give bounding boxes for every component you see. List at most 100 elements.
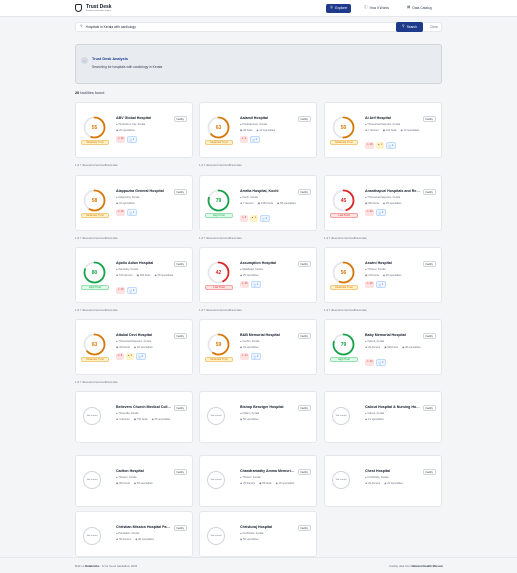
nav-data-catalog[interactable]: ▤ Data Catalog	[403, 4, 436, 13]
facility-card[interactable]: 63 Moderate Trust Attukal Devi Hospital Fac…	[75, 319, 193, 375]
flag-chip[interactable]: ▲ 1	[249, 215, 258, 223]
facility-card[interactable]: 45 Low Trust Ananthapuri Hospitals and Res…	[324, 175, 442, 231]
flag-chip[interactable]: ⚠ 14	[240, 353, 250, 361]
stat-text: 80 beds	[262, 482, 272, 485]
facility-stats: ♟ 4 doctors ▣ 750 beds ◉ 55 specialties	[116, 418, 190, 421]
flag-count: 2	[382, 360, 384, 364]
flag-chip[interactable]: ⓘ 2	[376, 359, 386, 367]
facility-stats: ◉ 43 specialties	[240, 346, 314, 349]
facility-stats: ◉ 42 specialties	[116, 202, 190, 205]
flag-chip[interactable]: ▲ 1	[376, 142, 384, 150]
nav-how-it-works[interactable]: ⓘ How it Works	[360, 4, 393, 13]
flag-chip[interactable]: ⚠ 16	[365, 142, 375, 150]
facility-stats: ▣ 500 beds ◉ 50 specialties	[116, 482, 190, 485]
facility-card[interactable]: Not scored Chandramathy Amma Memorial Hos…	[199, 455, 317, 507]
results-number: 20	[75, 91, 80, 95]
flag-chip[interactable]: ⓘ 1	[127, 209, 137, 217]
location-text: Kochi, Kerala	[242, 196, 258, 199]
flag-chip[interactable]: ⚠ 4	[240, 136, 248, 144]
flag-chip[interactable]: ⓘ 1	[127, 136, 137, 144]
location-text: Kozhikode, Kerala	[367, 476, 389, 479]
flag-chip[interactable]: ⓘ 2	[376, 209, 386, 217]
flag-chip[interactable]: ⓘ 2	[259, 215, 270, 223]
flag-chip[interactable]: ⓘ 1	[376, 281, 386, 289]
trust-badge: Moderate Trust	[205, 140, 233, 145]
flag-chip[interactable]: ⓘ 1	[249, 136, 260, 144]
facility-card[interactable]: Not scored Calicut Hospital & Nursing Hom…	[324, 391, 442, 443]
stat-item: ▣ 100 beds	[383, 129, 397, 132]
stat-text: 10 specialties	[259, 129, 276, 132]
flag-chip[interactable]: ⓘ 2	[135, 353, 146, 361]
flag-chip[interactable]: ⓘ 1	[385, 142, 396, 150]
facility-location: ● Kozhikode, Kerala	[240, 532, 263, 535]
facility-card[interactable]: 79 High Trust Baby Memorial Hospital Facili…	[324, 319, 442, 375]
info-icon: ⓘ	[252, 138, 255, 142]
facility-card[interactable]: Not scored Christian Mission Hospital Pan…	[75, 511, 193, 557]
footer-hackathon: · AI for Good Hackathon 2026	[100, 564, 138, 568]
facility-card[interactable]: 50 Moderate Trust Al Arif Hospital Facility…	[324, 102, 442, 158]
flag-chip[interactable]: ⚠ 20	[365, 209, 375, 217]
facility-type-badge: Facility	[173, 116, 187, 122]
stat-text: 7 doctors	[243, 202, 254, 205]
stat-item: ◉ 10 specialties	[256, 129, 275, 132]
clear-button[interactable]: Clear	[430, 25, 438, 29]
facility-card[interactable]: 56 Moderate Trust Aswini Hospital Facility ●…	[324, 247, 442, 303]
facility-name: B&B Memorial Hospital	[240, 333, 280, 337]
flag-chip[interactable]: ⓘ 2	[251, 353, 261, 361]
facility-type-badge: Facility	[422, 405, 436, 411]
doctor-icon: ♟	[240, 202, 243, 205]
flag-chip[interactable]: ⓘ 1	[251, 281, 261, 289]
flag-count: 2	[130, 353, 132, 357]
alert-icon: ⚠	[117, 287, 120, 291]
flag-chip[interactable]: ⚠ 10	[116, 287, 126, 295]
facility-card[interactable]: Not scored Bishop Benziger Hospital Facili…	[199, 391, 317, 443]
stat-item: ◉ 22 specialties	[384, 482, 403, 485]
flag-chip[interactable]: ⚠ 10	[365, 359, 375, 367]
facility-card[interactable]: 59 Moderate Trust B&B Memorial Hospital Fac…	[199, 319, 317, 375]
flag-chip[interactable]: ⓘ 2	[127, 287, 137, 295]
facility-card[interactable]: Not scored Christuraj Hospital Facility ● K…	[199, 511, 317, 557]
facility-stats: ♟ 20 doctors ▣ 500 beds ◉ 40 specialties	[365, 346, 439, 349]
compass-icon: ◎	[330, 5, 334, 10]
facility-card[interactable]: 58 Moderate Trust Alappuzha General Hospit…	[75, 175, 193, 231]
flag-count: 2	[265, 216, 267, 220]
stat-item: ▣ 80 beds	[259, 482, 271, 485]
facility-stats: ◉ 50 specialties	[240, 418, 314, 421]
search-button[interactable]: ⚲ Search	[396, 22, 423, 32]
facility-name: Aswini Hospital	[365, 261, 392, 265]
flag-chip[interactable]: ⚠ 6	[240, 215, 248, 223]
flag-chip[interactable]: ⚠ 16	[365, 281, 375, 289]
info-icon: ⓘ	[378, 361, 381, 365]
facility-card[interactable]: Not scored Carlton Hospital Facility ● Thri…	[75, 455, 193, 507]
stat-text: 20 specialties	[136, 346, 153, 349]
facility-card[interactable]: 80 High Trust Apollo Adlux Hospital Facilit…	[75, 247, 193, 303]
info-icon: ⓘ	[129, 138, 132, 142]
facility-card[interactable]: 42 Low Trust Assumption Hospital Facility ● …	[199, 247, 317, 303]
flag-chip[interactable]: ▲ 2	[125, 353, 134, 361]
facility-card[interactable]: Not scored Chest Hospital Facility ● Kozhik…	[324, 455, 442, 507]
flag-count: 1	[255, 137, 258, 141]
stat-item: ♟ 4 doctors	[116, 418, 130, 421]
flag-count: 20	[369, 209, 373, 213]
trust-badge: Moderate Trust	[81, 140, 109, 145]
facility-card[interactable]: Not scored Believers Church Medical Colle…	[75, 391, 193, 443]
facility-card[interactable]: 55 Moderate Trust ABV Global Hospital Facil…	[75, 102, 193, 158]
footer-source: National Health Mission	[411, 564, 443, 568]
trust-badge: Low Trust	[330, 213, 358, 218]
flag-chip[interactable]: ⚠ 8	[116, 353, 124, 361]
stat-text: 150 doctors	[119, 274, 133, 277]
facility-card[interactable]: 63 Moderate Trust Aalamil Hospital Facility…	[199, 102, 317, 158]
not-scored-badge: Not scored	[83, 407, 101, 425]
search-input[interactable]: ⚲ Hospitals in Kerala with cardiology	[75, 22, 442, 32]
stat-item: ◉ 50 specialties	[134, 482, 153, 485]
flag-chip[interactable]: ⚠ 10	[116, 136, 126, 144]
location-text: Kozhikode, Kerala	[242, 532, 264, 535]
specialty-icon: ◉	[275, 482, 278, 485]
flag-chip[interactable]: ⚠ 25	[240, 281, 250, 289]
facility-card[interactable]: 79 High Trust Amrita Hospital, Kochi Facili…	[199, 175, 317, 231]
nav-explorer[interactable]: ◎ Explorer	[326, 3, 352, 13]
insufficient-data-note: 1 of 7 dimensions had insufficient data	[75, 164, 118, 167]
flag-count: 1	[382, 282, 384, 286]
stat-text: 20 doctors	[368, 346, 381, 349]
flag-chip[interactable]: ⚠ 13	[116, 209, 126, 217]
